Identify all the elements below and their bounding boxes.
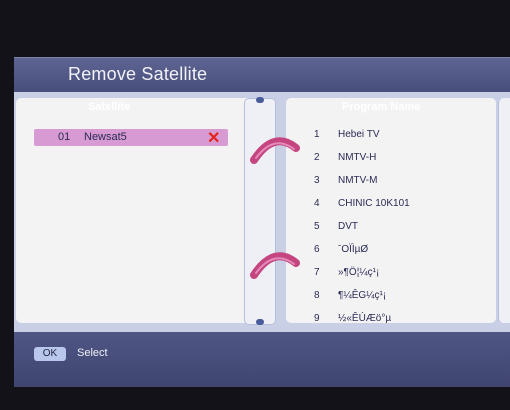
satellite-number: 01 [58, 131, 71, 143]
binder-ring-icon [250, 252, 300, 279]
content-area: Satellite 01 Newsat5 ✕ Program Name 1 He… [14, 92, 510, 332]
program-row[interactable]: 4 CHINIC 10K101 [286, 196, 496, 214]
help-bar: OK Select [14, 332, 510, 387]
program-number: 3 [314, 175, 320, 186]
tv-screen: Remove Satellite Satellite 01 Newsat5 ✕ … [0, 0, 510, 410]
program-name: ˉOÏÌµØ [338, 244, 369, 255]
program-name: ½«ÊÚÆö°µ [338, 313, 392, 324]
spine-top-dot [256, 97, 264, 103]
program-name: »¶Ö¦¼ç¹¡ [338, 267, 380, 278]
program-name: ¶¼ÊG¼ç¹¡ [338, 290, 387, 301]
program-row[interactable]: 7 »¶Ö¦¼ç¹¡ [286, 265, 496, 283]
program-name: DVT [338, 221, 358, 232]
program-row[interactable]: 8 ¶¼ÊG¼ç¹¡ [286, 288, 496, 306]
program-number: 5 [314, 221, 320, 232]
program-column-header: Program Name [342, 101, 421, 113]
delete-x-icon: ✕ [207, 130, 221, 147]
program-number: 6 [314, 244, 320, 255]
title-bar: Remove Satellite [14, 57, 510, 93]
satellite-row-selected[interactable]: 01 Newsat5 ✕ [34, 129, 228, 147]
binder-right-edge [498, 98, 510, 323]
ok-action-label: Select [77, 347, 108, 359]
program-name: NMTV-H [338, 152, 377, 163]
program-number: 8 [314, 290, 320, 301]
satellite-name: Newsat5 [84, 131, 127, 143]
page-title: Remove Satellite [68, 64, 208, 84]
program-number: 4 [314, 198, 320, 209]
program-row[interactable]: 1 Hebei TV [286, 127, 496, 145]
satellite-list-panel: Satellite 01 Newsat5 ✕ [16, 98, 256, 323]
ok-key-icon: OK [34, 347, 66, 361]
program-list-panel: Program Name 1 Hebei TV 2 NMTV-H 3 NMTV-… [286, 98, 496, 324]
binder-ring-icon [250, 137, 300, 164]
program-name: CHINIC 10K101 [338, 198, 410, 209]
program-row[interactable]: 3 NMTV-M [286, 173, 496, 191]
program-name: NMTV-M [338, 175, 378, 186]
program-row[interactable]: 6 ˉOÏÌµØ [286, 242, 496, 260]
spine-bottom-dot [256, 319, 264, 325]
satellite-column-header: Satellite [88, 101, 131, 113]
program-row[interactable]: 9 ½«ÊÚÆö°µ [286, 311, 496, 329]
program-number: 1 [314, 129, 320, 140]
program-row[interactable]: 2 NMTV-H [286, 150, 496, 168]
program-number: 7 [314, 267, 320, 278]
program-number: 9 [314, 313, 320, 324]
program-name: Hebei TV [338, 129, 380, 140]
program-number: 2 [314, 152, 320, 163]
program-row[interactable]: 5 DVT [286, 219, 496, 237]
